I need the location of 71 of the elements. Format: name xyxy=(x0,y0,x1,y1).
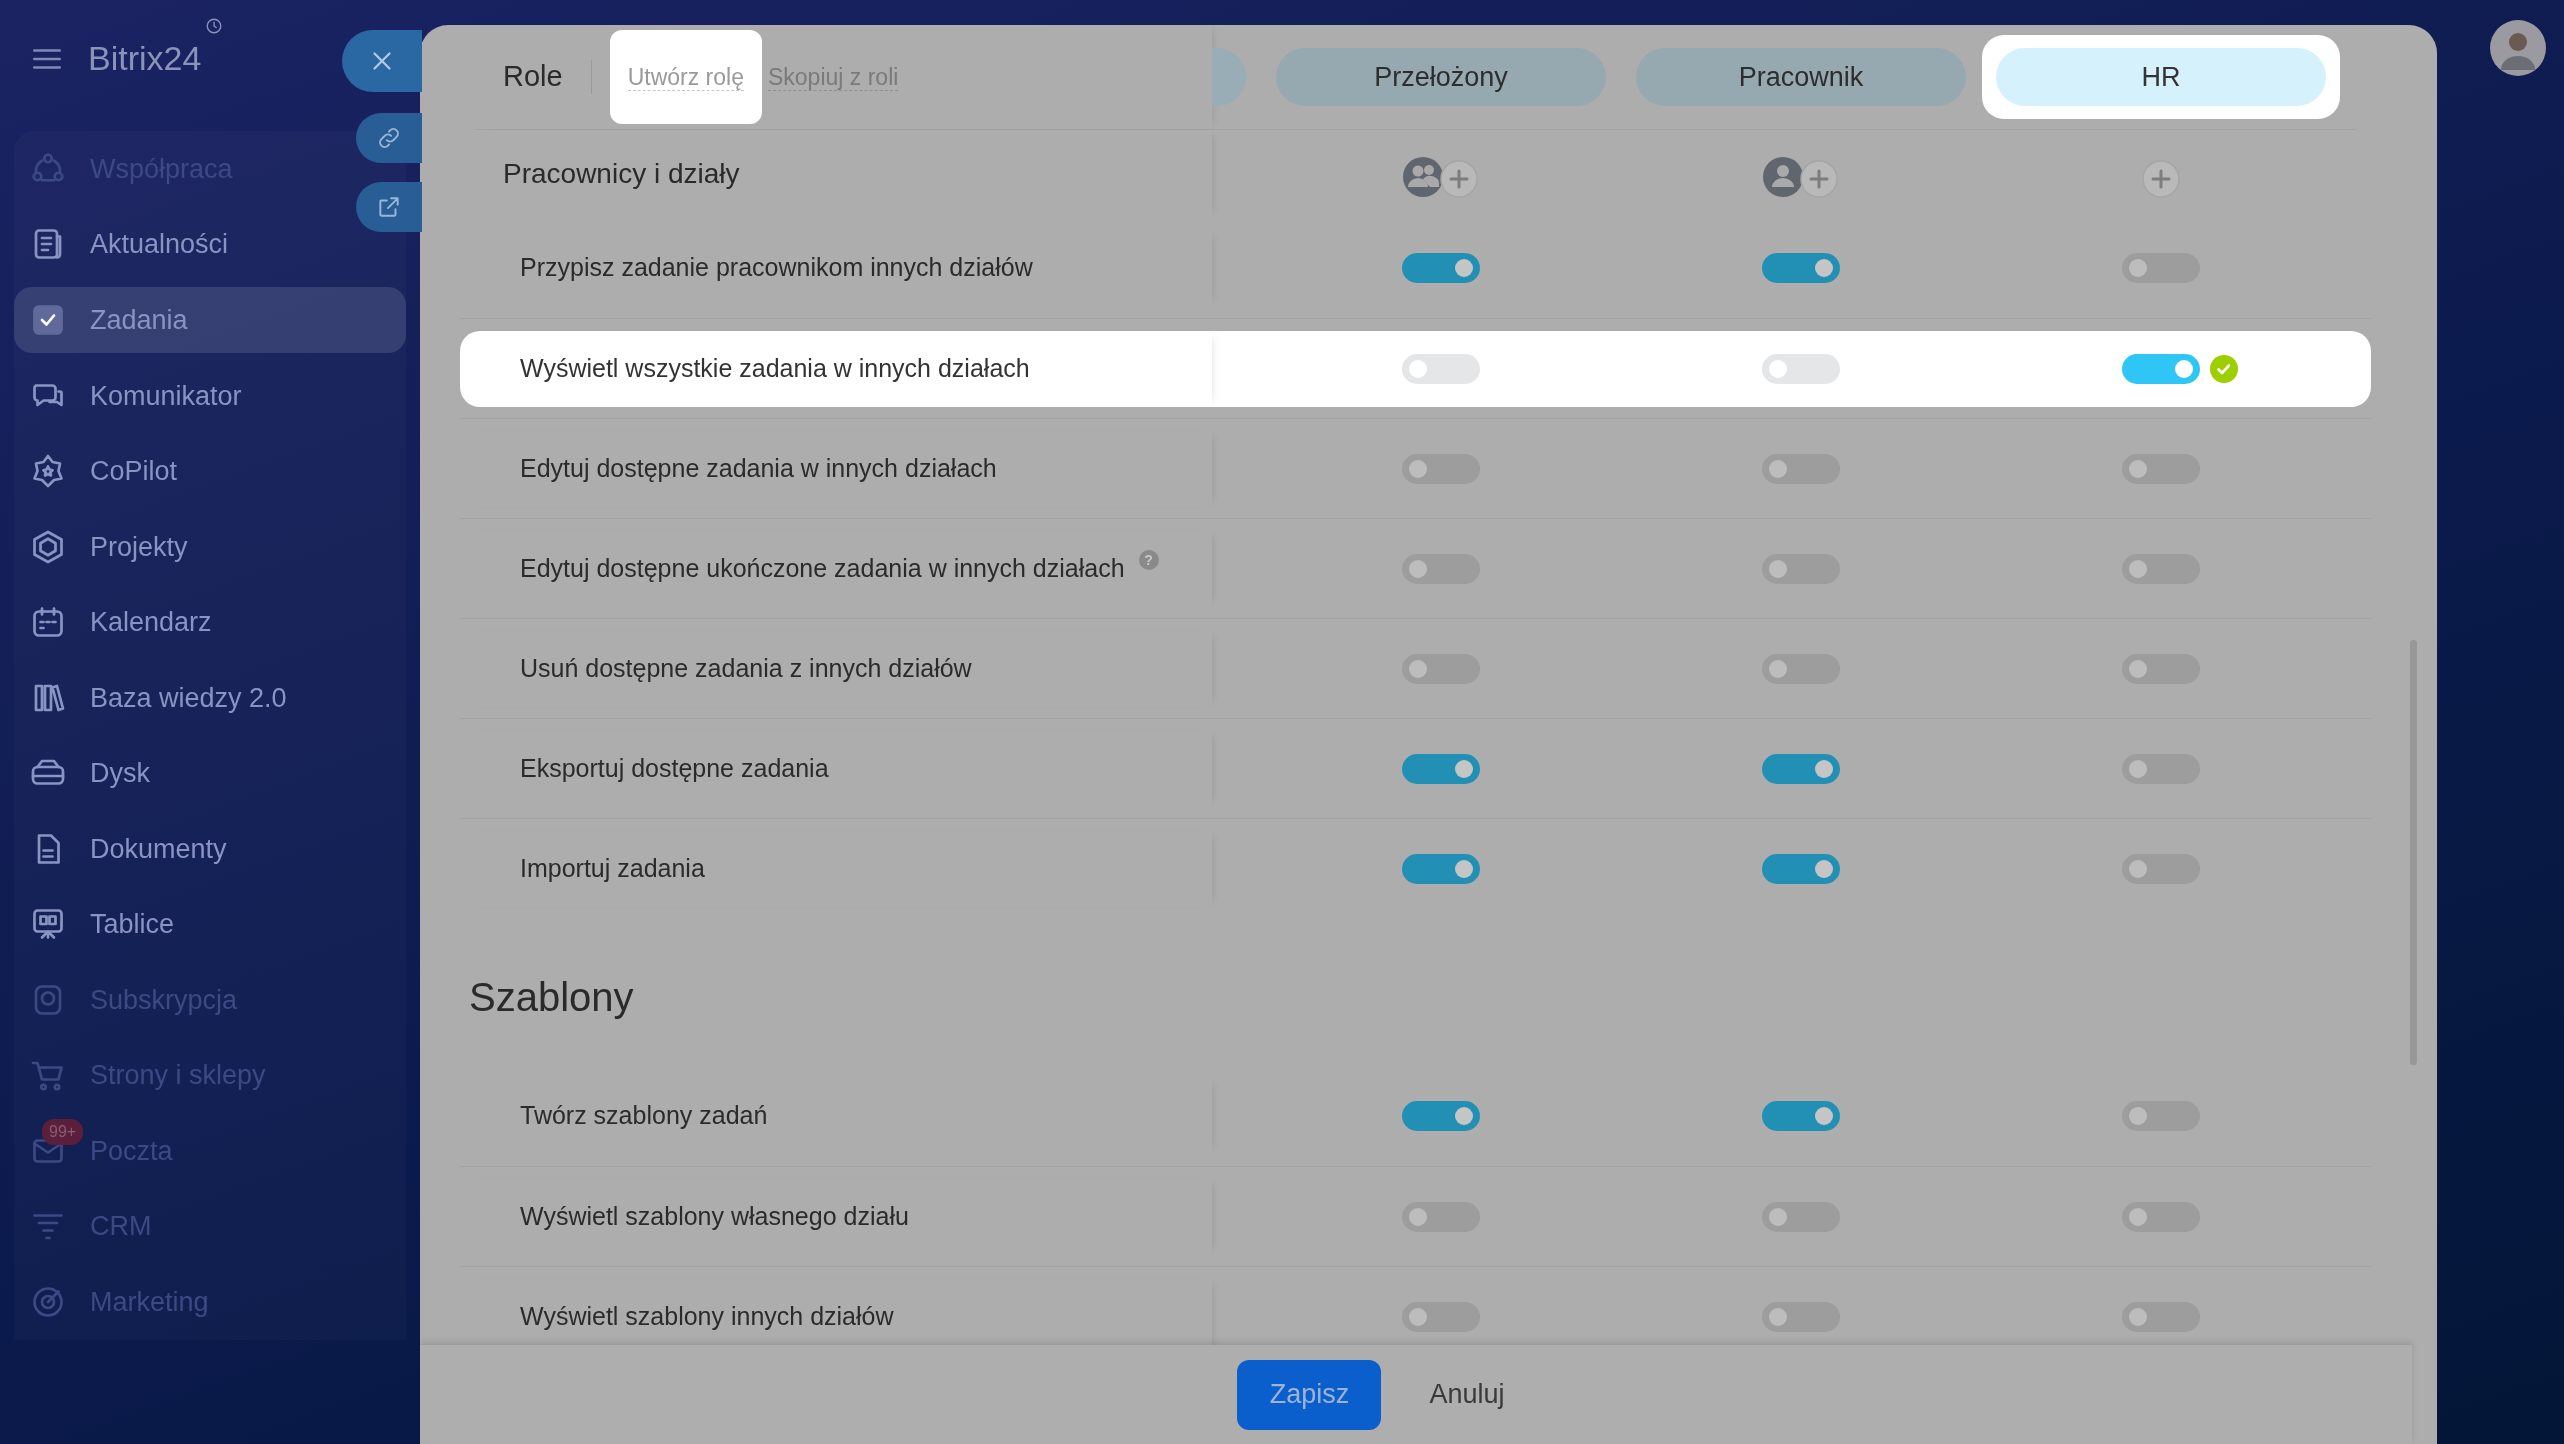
toggle-switch[interactable] xyxy=(1762,854,1840,884)
toggle-switch[interactable] xyxy=(2122,253,2200,283)
role-tab[interactable]: Przełożony xyxy=(1276,48,1606,106)
sidebar-item[interactable]: Kalendarz xyxy=(14,584,228,660)
hexagon-icon xyxy=(30,528,66,565)
toggle-switch[interactable] xyxy=(1762,554,1840,584)
action-link[interactable]: Utwórz rolę xyxy=(609,29,762,125)
permission-label: Edytuj dostępne ukończone zadania w innych działach xyxy=(520,553,1125,585)
permission-label: Wyświetl wszystkie zadania w innych działach xyxy=(520,353,1030,385)
toggle-switch[interactable] xyxy=(2122,1101,2200,1131)
toggle-switch[interactable] xyxy=(1402,554,1480,584)
open-window-button[interactable] xyxy=(356,182,422,232)
checkbox-icon xyxy=(30,302,66,338)
toggle-switch[interactable] xyxy=(1762,1202,1840,1232)
section-title: Pracownicy i działy xyxy=(502,157,740,191)
toggle-switch[interactable] xyxy=(1402,1302,1480,1332)
toggle-switch[interactable] xyxy=(2122,454,2200,484)
toggle-switch[interactable] xyxy=(2122,854,2200,884)
toggle-switch[interactable] xyxy=(1402,1202,1480,1232)
copy-link-button[interactable] xyxy=(356,113,422,163)
toggle-switch[interactable] xyxy=(1762,454,1840,484)
permission-label: Importuj zadania xyxy=(520,853,705,885)
clock-icon xyxy=(205,17,224,35)
toggle-switch[interactable] xyxy=(2122,654,2200,684)
toggle-switch[interactable] xyxy=(2122,1302,2200,1332)
toggle-switch[interactable] xyxy=(2122,754,2200,784)
permission-label: Edytuj dostępne zadania w innych działach xyxy=(520,453,997,485)
permission-label: Przypisz zadanie pracownikom innych działów xyxy=(520,252,1033,284)
toggle-switch[interactable] xyxy=(2122,1202,2200,1232)
toggle-switch[interactable] xyxy=(1762,754,1840,784)
star-icon xyxy=(30,453,66,490)
toggle-switch[interactable] xyxy=(1402,253,1480,283)
external-link-icon xyxy=(376,194,402,220)
toggle-switch[interactable] xyxy=(1762,1302,1840,1332)
role-tab[interactable]: Pracownik xyxy=(1636,48,1966,106)
toggle-switch[interactable] xyxy=(1402,354,1480,384)
permission-label: Wyświetl szablony innych działów xyxy=(520,1301,894,1333)
sidebar-item[interactable]: Zadania xyxy=(14,287,406,353)
close-button[interactable] xyxy=(342,30,422,92)
permission-label: Twórz szablony zadań xyxy=(520,1100,768,1132)
section-label: Role xyxy=(502,59,563,95)
permission-label: Usuń dostępne zadania z innych działów xyxy=(520,653,972,685)
sidebar-item[interactable]: Dokumenty xyxy=(14,811,243,887)
sidebar-item[interactable]: Aktualności xyxy=(14,206,245,282)
cancel-button[interactable]: Anuluj xyxy=(1381,1374,1505,1415)
toggle-switch[interactable] xyxy=(1762,253,1840,283)
sidebar-item[interactable]: Tablice xyxy=(14,886,191,962)
link-icon xyxy=(376,125,402,151)
avatar[interactable] xyxy=(2490,20,2546,76)
count-badge: 99+ xyxy=(42,1119,84,1145)
toggle-switch[interactable] xyxy=(1762,1101,1840,1131)
role-tab[interactable]: HR xyxy=(1996,48,2326,106)
toggle-switch[interactable] xyxy=(2122,354,2200,384)
sidebar-item[interactable]: CoPilot xyxy=(14,433,194,509)
toggle-switch[interactable] xyxy=(1402,754,1480,784)
toggle-switch[interactable] xyxy=(1402,654,1480,684)
toggle-switch[interactable] xyxy=(1402,1101,1480,1131)
toggle-switch[interactable] xyxy=(1762,654,1840,684)
logo: Bitrix24 xyxy=(88,38,202,79)
toggle-switch[interactable] xyxy=(1762,354,1840,384)
sidebar-item[interactable]: Projekty xyxy=(14,509,204,585)
sidebar-item[interactable]: Dysk xyxy=(14,735,166,811)
toggle-switch[interactable] xyxy=(2122,554,2200,584)
section-heading: Szablony xyxy=(469,974,634,1021)
toggle-switch[interactable] xyxy=(1402,454,1480,484)
sidebar-item[interactable]: Komunikator xyxy=(14,358,258,434)
permission-label: Eksportuj dostępne zadania xyxy=(520,753,829,785)
permission-label: Wyświetl szablony własnego działu xyxy=(520,1201,909,1233)
toggle-switch[interactable] xyxy=(1402,854,1480,884)
sidebar-item[interactable]: Baza wiedzy 2.0 xyxy=(14,660,303,736)
save-button[interactable]: Zapisz xyxy=(1237,1359,1382,1430)
